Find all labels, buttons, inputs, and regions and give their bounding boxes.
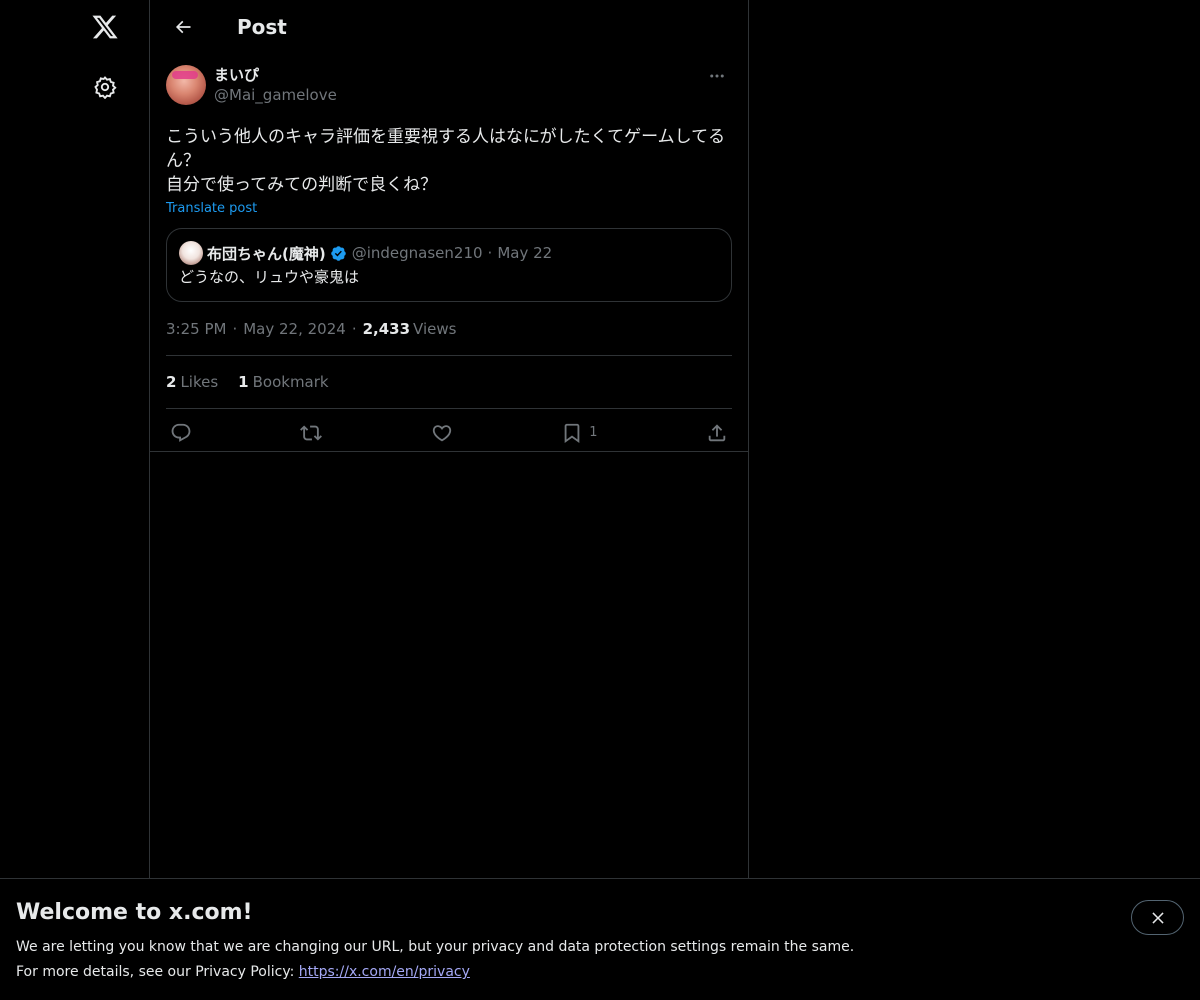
quoted-post-text: どうなの、リュウや豪鬼は [179, 268, 360, 286]
quoted-date: May 22 [497, 244, 553, 262]
likes-count: 2 [166, 373, 177, 391]
post-date[interactable]: May 22, 2024 [243, 320, 346, 338]
bookmarks-label: Bookmark [252, 373, 329, 391]
arrow-left-icon[interactable] [166, 10, 200, 44]
bookmark-count: 1 [589, 425, 598, 440]
x-logo-icon[interactable] [82, 4, 128, 50]
post: まいぴ @Mai_gamelove こういう他人のキャラ評価を重要視する人はなに… [150, 53, 748, 456]
verified-badge-icon [330, 245, 347, 262]
meta-separator: · [351, 320, 357, 338]
quoted-separator: · [487, 244, 493, 262]
bookmarks-stat[interactable]: 1 Bookmark [238, 373, 328, 391]
bookmark-icon [561, 422, 583, 444]
banner-policy-prefix: For more details, see our Privacy Policy… [16, 964, 299, 980]
likes-label: Likes [180, 373, 219, 391]
quoted-author-avatar [179, 241, 203, 265]
bookmark-action[interactable]: 1 [561, 422, 598, 444]
views-label: Views [413, 320, 457, 338]
page-title: Post [237, 14, 287, 39]
page: Post まいぴ @Mai_gamelove こういう他人のキャラ評価を重要視す… [0, 0, 1200, 1000]
gear-icon[interactable] [82, 64, 128, 110]
likes-stat[interactable]: 2 Likes [166, 373, 218, 391]
author-info: まいぴ @Mai_gamelove [214, 65, 337, 105]
share-icon[interactable] [706, 422, 728, 444]
translate-post-link[interactable]: Translate post [166, 201, 257, 216]
divider [150, 451, 749, 452]
banner-message: We are letting you know that we are chan… [16, 939, 855, 955]
post-time[interactable]: 3:25 PM [166, 320, 226, 338]
author-handle[interactable]: @Mai_gamelove [214, 85, 337, 105]
close-icon[interactable] [1131, 900, 1184, 935]
privacy-policy-link[interactable]: https://x.com/en/privacy [299, 964, 470, 980]
quoted-author-handle: @indegnasen210 [351, 244, 483, 262]
meta-separator: · [232, 320, 238, 338]
reply-icon[interactable] [170, 422, 192, 444]
quoted-post[interactable]: 布団ちゃん(魔神) @indegnasen210 · May 22 どうなの、リ… [166, 228, 732, 302]
quoted-author-display-name: 布団ちゃん(魔神) [207, 244, 326, 263]
author-avatar[interactable] [166, 65, 206, 105]
post-header: Post [150, 0, 748, 53]
main-column: Post まいぴ @Mai_gamelove こういう他人のキャラ評価を重要視す… [150, 0, 749, 1000]
post-actions: 1 [166, 409, 732, 456]
post-meta: 3:25 PM · May 22, 2024 · 2,433 Views [166, 320, 732, 356]
repost-icon[interactable] [300, 422, 323, 444]
post-text: こういう他人のキャラ評価を重要視する人はなにがしたくてゲームしてるん？ 自分で使… [166, 127, 726, 195]
author-display-name[interactable]: まいぴ [214, 65, 337, 85]
quoted-post-header: 布団ちゃん(魔神) @indegnasen210 · May 22 [179, 241, 719, 265]
bookmarks-count: 1 [238, 373, 249, 391]
banner-policy-line: For more details, see our Privacy Policy… [16, 960, 1184, 985]
url-change-banner: Welcome to x.com! We are letting you kno… [0, 878, 1200, 1000]
post-stats: 2 Likes 1 Bookmark [166, 356, 732, 409]
author-row: まいぴ @Mai_gamelove [166, 65, 732, 109]
banner-title: Welcome to x.com! [16, 900, 253, 925]
views-count: 2,433 [362, 320, 411, 338]
heart-icon[interactable] [431, 422, 453, 444]
left-nav [0, 0, 150, 1000]
more-horizontal-icon[interactable] [702, 65, 732, 87]
